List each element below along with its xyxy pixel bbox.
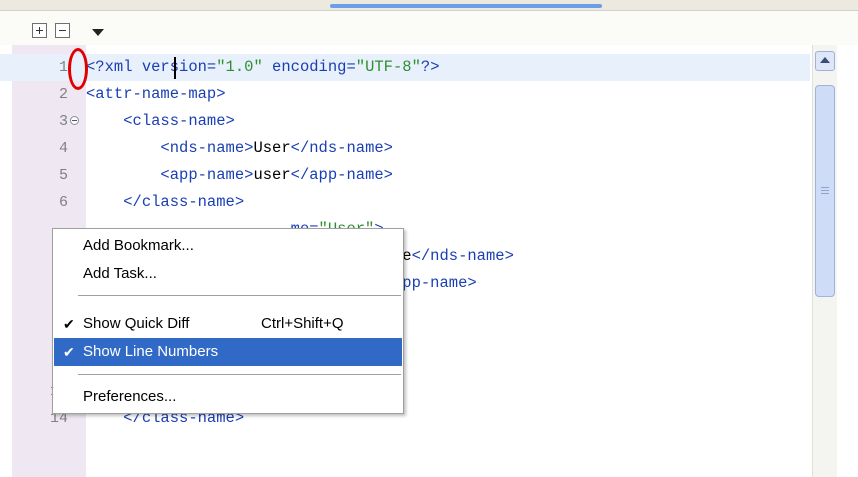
code-token: </nds-name> <box>411 247 514 265</box>
code-text: <?xml version="1.0" encoding="UTF-8"?> <box>86 54 440 81</box>
menu-item-label: Add Task... <box>83 265 157 282</box>
code-token: encoding= <box>262 58 356 76</box>
code-token: <app-name> <box>160 166 254 184</box>
code-line[interactable]: 1 <?xml version="1.0" encoding="UTF-8"?> <box>0 54 810 81</box>
menu-item-show-quick-diff[interactable]: ✔ Show Quick Diff Ctrl+Shift+Q <box>54 310 402 338</box>
code-text: <nds-name>User</nds-name> <box>86 135 393 162</box>
menu-item-label: Show Line Numbers <box>83 343 219 360</box>
annotation-circle <box>68 48 88 90</box>
menu-item-label: Preferences... <box>83 388 177 405</box>
checkmark-icon: ✔ <box>63 344 75 360</box>
ruler-context-menu: Add Bookmark... Add Task... ✔ Show Quick… <box>52 228 404 414</box>
code-token: ?> <box>420 58 440 76</box>
code-text: <attr-name-map> <box>86 81 226 108</box>
menu-item-shortcut: Ctrl+Shift+Q <box>261 315 344 332</box>
scroll-thumb[interactable] <box>815 85 835 297</box>
code-text: </class-name> <box>86 189 244 216</box>
code-line[interactable]: 6 </class-name> <box>0 189 810 216</box>
code-line[interactable]: 5 <app-name>user</app-name> <box>0 162 810 189</box>
line-number: 6 <box>58 194 68 211</box>
editor-tab-strip <box>0 0 858 11</box>
view-menu-chevron-down-icon[interactable] <box>92 29 104 36</box>
menu-separator <box>78 295 401 296</box>
code-token: User <box>253 139 291 157</box>
line-number: 3 <box>58 113 68 130</box>
active-tab-indicator <box>330 4 602 8</box>
line-number: 4 <box>58 140 68 157</box>
code-token: <class-name> <box>123 112 235 130</box>
code-token: </app-name> <box>290 166 393 184</box>
text-caret <box>174 57 176 79</box>
line-number: 5 <box>58 167 68 184</box>
menu-item-preferences[interactable]: Preferences... <box>54 383 402 411</box>
menu-item-label: Add Bookmark... <box>83 237 194 254</box>
arrow-up-icon <box>820 57 830 63</box>
code-token: <?xml <box>86 58 142 76</box>
checkmark-icon: ✔ <box>63 316 75 332</box>
expand-all-icon[interactable] <box>32 23 47 38</box>
code-token: version= <box>141 58 217 76</box>
code-token: </nds-name> <box>290 139 393 157</box>
collapse-fold-icon[interactable] <box>70 116 79 125</box>
menu-item-add-task[interactable]: Add Task... <box>54 260 402 288</box>
vertical-scrollbar[interactable] <box>812 45 837 477</box>
code-token: <nds-name> <box>160 139 254 157</box>
menu-separator <box>78 374 401 375</box>
code-text: <class-name> <box>86 108 235 135</box>
collapse-all-icon[interactable] <box>55 23 70 38</box>
code-line[interactable]: 3 <class-name> <box>0 108 810 135</box>
toolbar <box>0 11 858 45</box>
code-token: <attr-name-map> <box>86 85 226 103</box>
code-text: <app-name>user</app-name> <box>86 162 393 189</box>
scroll-up-button[interactable] <box>815 51 835 71</box>
menu-item-label: Show Quick Diff <box>83 315 190 332</box>
line-number: 1 <box>58 59 68 76</box>
code-line[interactable]: 2 <attr-name-map> <box>0 81 810 108</box>
code-line[interactable]: 4 <nds-name>User</nds-name> <box>0 135 810 162</box>
code-token: "UTF-8" <box>355 58 421 76</box>
menu-item-add-bookmark[interactable]: Add Bookmark... <box>54 232 402 260</box>
line-number: 2 <box>58 86 68 103</box>
code-token: "1.0" <box>216 58 263 76</box>
code-token: user <box>253 166 291 184</box>
code-token: </class-name> <box>123 193 245 211</box>
menu-item-show-line-numbers[interactable]: ✔ Show Line Numbers <box>54 338 402 366</box>
